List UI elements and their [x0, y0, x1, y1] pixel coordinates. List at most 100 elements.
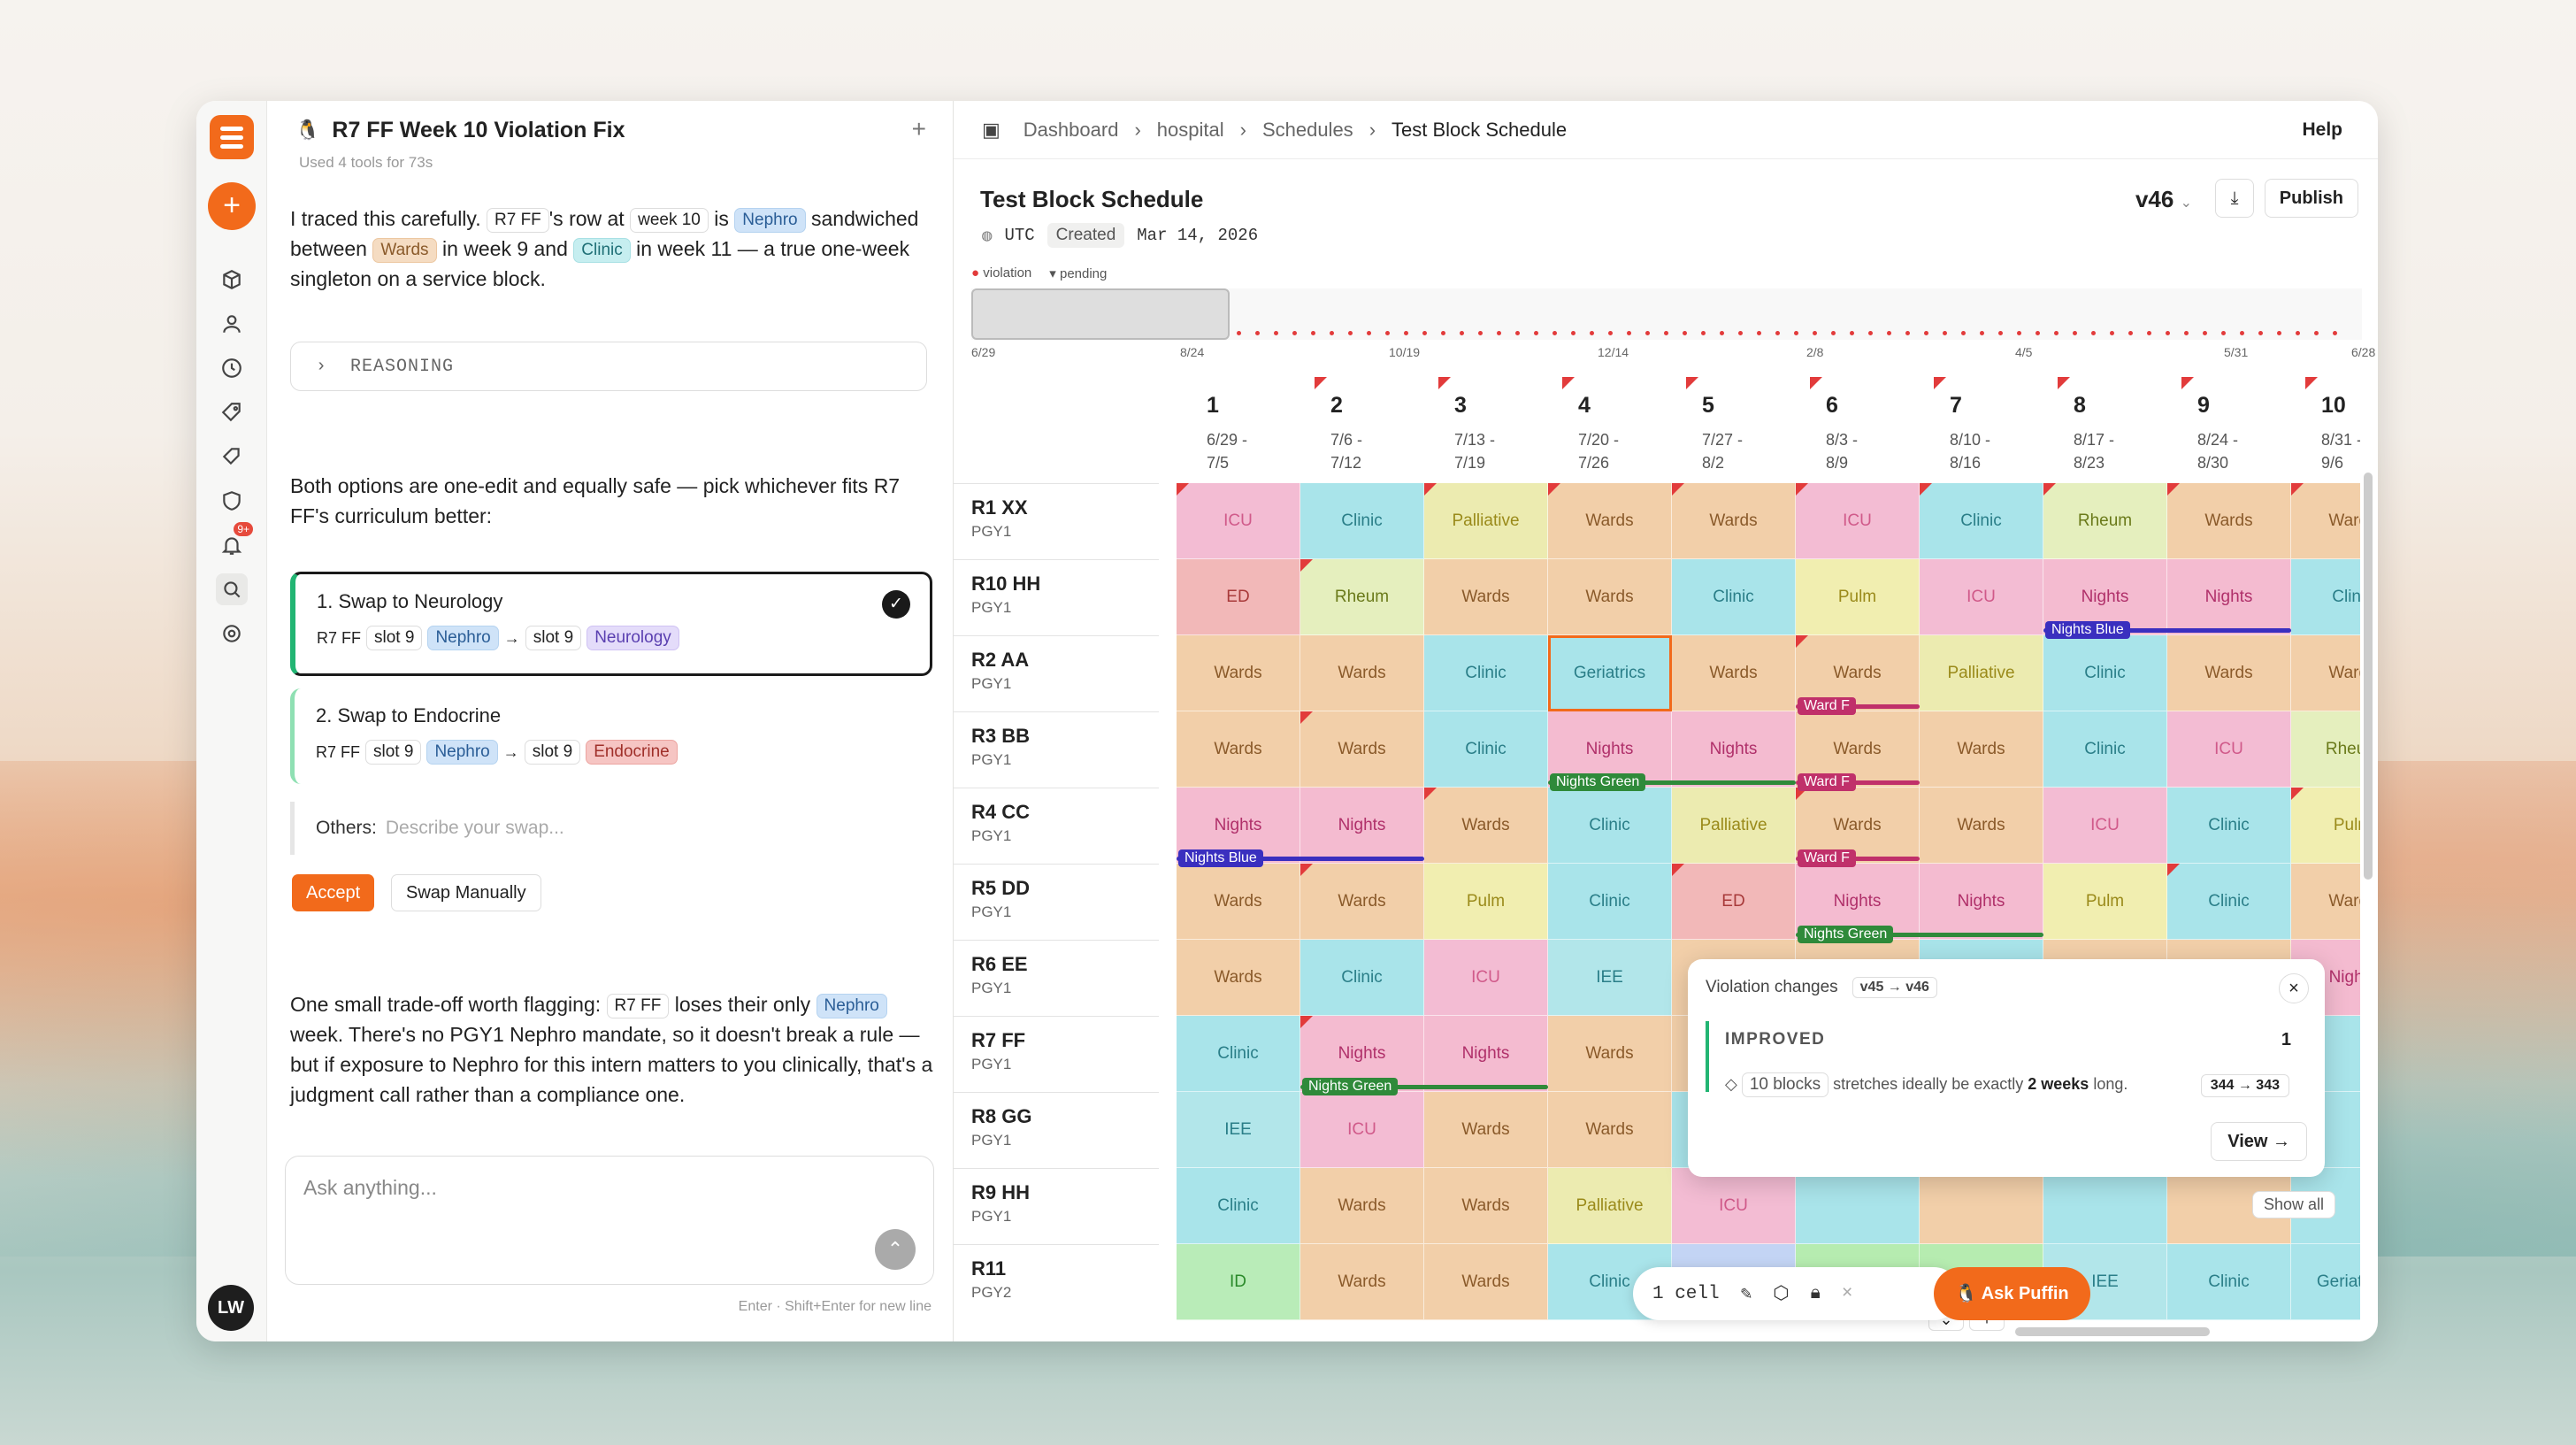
schedule-cell[interactable]: Wards — [1177, 864, 1300, 940]
view-button[interactable]: View → — [2211, 1122, 2307, 1161]
schedule-cell[interactable]: Clinic — [1672, 559, 1796, 635]
schedule-cell[interactable]: Wards — [1424, 788, 1548, 864]
week-header[interactable]: 9 8/24 -8/30 — [2183, 377, 2298, 483]
resident-row-label[interactable]: R1 XX PGY1 — [954, 483, 1159, 554]
resident-row-label[interactable]: R4 CC PGY1 — [954, 788, 1159, 858]
schedule-cell[interactable]: Wards — [1300, 1168, 1424, 1244]
resident-row-label[interactable]: R3 BB PGY1 — [954, 711, 1159, 782]
history-icon[interactable] — [216, 352, 248, 384]
schedule-cell[interactable]: Clinic — [2167, 864, 2291, 940]
schedule-cell[interactable]: Nights — [1424, 1016, 1548, 1092]
schedule-cell[interactable]: Wards — [1920, 788, 2043, 864]
label-icon[interactable] — [216, 441, 248, 473]
crumb-hospital[interactable]: hospital — [1157, 119, 1224, 142]
schedule-cell[interactable]: Wards — [2167, 635, 2291, 711]
schedule-cell[interactable]: Rheum — [2291, 711, 2360, 788]
schedule-cell[interactable]: Wards — [1300, 1244, 1424, 1320]
week-header[interactable]: 5 7/27 -8/2 — [1688, 377, 1803, 483]
accept-button[interactable]: Accept — [292, 874, 375, 911]
tag-icon-toolbar[interactable]: ⬡ — [1773, 1282, 1789, 1305]
schedule-cell[interactable]: Wards — [1177, 635, 1300, 711]
download-icon[interactable]: ⤓ — [2215, 179, 2254, 218]
schedule-cell[interactable]: Wards — [1548, 483, 1672, 559]
ask-input[interactable]: Ask anything... ⌃ — [285, 1156, 934, 1285]
schedule-cell[interactable]: Wards — [1300, 711, 1424, 788]
schedule-cell[interactable]: Clinic — [1300, 483, 1424, 559]
schedule-cell[interactable]: Clinic — [1177, 1168, 1300, 1244]
new-chat-button[interactable]: + — [208, 182, 256, 230]
schedule-cell[interactable]: Palliative — [1920, 635, 2043, 711]
schedule-cell[interactable]: Wards — [2291, 864, 2360, 940]
schedule-cell[interactable]: Palliative — [1672, 788, 1796, 864]
schedule-cell[interactable]: Pulm — [2043, 864, 2167, 940]
schedule-cell[interactable]: Wards — [1300, 864, 1424, 940]
resident-row-label[interactable]: R7 FF PGY1 — [954, 1016, 1159, 1087]
bell-icon[interactable]: 9+ — [216, 522, 253, 561]
schedule-cell[interactable]: Wards — [1672, 635, 1796, 711]
week-header[interactable]: 2 7/6 -7/12 — [1316, 377, 1431, 483]
schedule-cell[interactable]: Wards — [2167, 483, 2291, 559]
schedule-cell[interactable]: IEE — [1177, 1092, 1300, 1168]
schedule-cell[interactable]: Clinic — [2291, 559, 2360, 635]
schedule-cell[interactable]: Wards — [1424, 1244, 1548, 1320]
horizontal-scrollbar[interactable] — [2015, 1327, 2210, 1336]
schedule-cell[interactable]: ID — [1177, 1244, 1300, 1320]
schedule-cell[interactable] — [1920, 1168, 2043, 1244]
tag-icon[interactable] — [216, 396, 248, 428]
schedule-cell[interactable]: ICU — [1796, 483, 1920, 559]
send-icon[interactable]: ⌃ — [875, 1229, 916, 1270]
schedule-cell[interactable] — [1796, 1168, 1920, 1244]
schedule-cell[interactable]: ICU — [1672, 1168, 1796, 1244]
schedule-cell[interactable]: Wards — [1424, 1168, 1548, 1244]
schedule-cell[interactable]: Rheum — [2043, 483, 2167, 559]
app-logo[interactable] — [210, 115, 254, 159]
puffin-chat-icon[interactable] — [216, 573, 248, 605]
resident-row-label[interactable]: R9 HH PGY1 — [954, 1168, 1159, 1239]
schedule-cell[interactable]: Wards — [1424, 559, 1548, 635]
schedule-cell[interactable]: Wards — [1672, 483, 1796, 559]
vertical-scrollbar[interactable] — [2364, 473, 2373, 880]
option-neurology[interactable]: 1. Swap to Neurology R7 FF slot 9 Nephro → s… — [290, 572, 932, 676]
schedule-cell[interactable]: Clinic — [1548, 788, 1672, 864]
schedule-cell[interactable]: ICU — [2167, 711, 2291, 788]
schedule-cell[interactable]: Clinic — [1548, 864, 1672, 940]
schedule-cell[interactable]: Clinic — [1424, 635, 1548, 711]
clear-icon[interactable]: × — [1842, 1284, 1853, 1304]
help-link[interactable]: Help — [2302, 119, 2342, 141]
schedule-cell[interactable]: Clinic — [1920, 483, 2043, 559]
close-icon[interactable]: × — [2279, 973, 2309, 1003]
publish-button[interactable]: Publish — [2264, 179, 2358, 218]
schedule-cell[interactable]: Nights — [1920, 864, 2043, 940]
schedule-cell[interactable]: Wards — [1548, 559, 1672, 635]
ask-puffin-button[interactable]: 🐧 Ask Puffin — [1934, 1267, 2090, 1320]
version-select[interactable]: v46 ⌄ — [2135, 186, 2192, 213]
tools-used-note[interactable]: Used 4 tools for 73s — [299, 154, 433, 172]
resident-row-label[interactable]: R6 EE PGY1 — [954, 940, 1159, 1011]
schedule-cell[interactable]: Nights — [1672, 711, 1796, 788]
week-header[interactable]: 7 8/10 -8/16 — [1936, 377, 2051, 483]
resident-row-label[interactable]: R10 HH PGY1 — [954, 559, 1159, 630]
schedule-cell[interactable]: Clinic — [1177, 1016, 1300, 1092]
schedule-cell[interactable]: ED — [1177, 559, 1300, 635]
schedule-cell[interactable]: Geriatrics — [2291, 1244, 2360, 1320]
schedule-cell[interactable]: ICU — [1300, 1092, 1424, 1168]
settings-icon[interactable] — [216, 618, 248, 649]
schedule-cell[interactable]: Wards — [1177, 940, 1300, 1016]
schedule-cell[interactable]: Wards — [1548, 1016, 1672, 1092]
schedule-cell[interactable] — [2043, 1168, 2167, 1244]
schedule-cell[interactable]: Wards — [1177, 711, 1300, 788]
week-header[interactable]: 4 7/20 -7/26 — [1564, 377, 1679, 483]
schedule-cell[interactable]: Pulm — [1796, 559, 1920, 635]
lock-icon[interactable]: 🔒︎ — [1811, 1283, 1821, 1304]
schedule-cell[interactable]: Palliative — [1424, 483, 1548, 559]
schedule-cell[interactable]: Geriatrics — [1548, 635, 1672, 711]
schedule-cell[interactable]: Clinic — [1424, 711, 1548, 788]
schedule-cell[interactable]: Clinic — [2167, 788, 2291, 864]
timeline-window[interactable] — [971, 288, 1230, 340]
cube-icon[interactable] — [216, 264, 248, 296]
schedule-cell[interactable]: Clinic — [2043, 635, 2167, 711]
show-all-button[interactable]: Show all — [2252, 1191, 2336, 1218]
week-header[interactable]: 1 6/29 -7/5 — [1192, 377, 1307, 483]
user-icon[interactable] — [216, 308, 248, 340]
schedule-cell[interactable]: Clinic — [1300, 940, 1424, 1016]
